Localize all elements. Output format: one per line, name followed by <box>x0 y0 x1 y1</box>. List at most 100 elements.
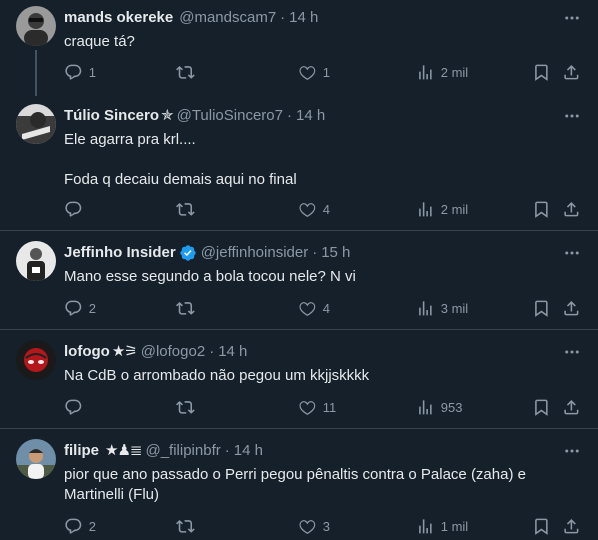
tweet-text: Mano esse segundo a bola tocou nele? N v… <box>64 268 356 285</box>
reply-tweet[interactable]: mands okereke @mandscam7 · 14 h craque t… <box>0 0 598 96</box>
display-name[interactable]: Túlio Sincero <box>64 106 159 126</box>
reply-tweet[interactable]: filipe ★♟≣ @_filipinbfr · 14 h pior que … <box>0 429 598 540</box>
views-count: 2 mil <box>440 201 469 217</box>
reply-count: 1 <box>88 64 96 80</box>
repost-button[interactable] <box>176 62 201 82</box>
avatar[interactable] <box>16 340 56 380</box>
bookmark-button[interactable] <box>532 199 551 219</box>
views-count: 953 <box>440 399 463 415</box>
bookmark-button[interactable] <box>532 62 551 82</box>
share-icon <box>564 64 579 80</box>
timestamp[interactable]: 14 h <box>218 342 247 362</box>
bookmark-button[interactable] <box>532 397 551 417</box>
reply-button[interactable]: 2 <box>64 516 96 536</box>
reply-tweet[interactable]: lofogo ★⚞ @lofogo2 · 14 h Na CdB o arrom… <box>0 330 598 428</box>
action-bar: 2 4 3 mil <box>64 298 588 318</box>
like-icon <box>299 65 316 80</box>
like-button[interactable]: 4 <box>298 298 330 318</box>
user-handle[interactable]: @jeffinhoinsider <box>201 243 309 263</box>
timestamp[interactable]: 14 h <box>289 8 318 28</box>
views-button[interactable]: 2 mil <box>416 62 468 82</box>
like-count: 1 <box>322 64 330 80</box>
separator-dot: · <box>312 244 318 261</box>
reply-icon <box>65 201 82 217</box>
repost-icon <box>176 202 195 216</box>
views-count: 2 mil <box>440 64 469 80</box>
like-button[interactable]: 1 <box>298 62 330 82</box>
share-icon <box>564 300 579 316</box>
repost-button[interactable] <box>176 298 201 318</box>
reply-button[interactable]: 1 <box>64 62 96 82</box>
reply-button[interactable]: 2 <box>64 298 96 318</box>
avatar[interactable] <box>16 104 56 144</box>
reply-button[interactable] <box>64 397 89 417</box>
display-name[interactable]: lofogo <box>64 342 110 362</box>
separator-dot: · <box>224 442 230 459</box>
like-icon <box>299 519 316 534</box>
repost-button[interactable] <box>176 516 201 536</box>
like-icon <box>299 400 316 415</box>
tweet-text: pior que ano passado o Perri pegou pênal… <box>64 466 531 503</box>
timestamp[interactable]: 14 h <box>234 441 263 461</box>
avatar[interactable] <box>16 6 56 46</box>
share-icon <box>564 518 579 534</box>
share-icon <box>564 201 579 217</box>
display-name[interactable]: filipe <box>64 441 99 461</box>
views-button[interactable]: 1 mil <box>416 516 468 536</box>
repost-button[interactable] <box>176 397 201 417</box>
share-icon <box>564 399 579 415</box>
like-button[interactable]: 4 <box>298 199 330 219</box>
display-name[interactable]: mands okereke <box>64 8 173 28</box>
like-button[interactable]: 11 <box>298 397 336 417</box>
share-button[interactable] <box>562 62 581 82</box>
views-icon <box>419 518 432 534</box>
share-button[interactable] <box>562 298 581 318</box>
repost-icon <box>176 519 195 533</box>
action-bar: 4 2 mil <box>64 199 588 219</box>
repost-button[interactable] <box>176 199 201 219</box>
reply-tweet[interactable]: Túlio Sincero ✯ @TulioSincero7 · 14 h El… <box>0 96 598 230</box>
share-button[interactable] <box>562 199 581 219</box>
views-icon <box>419 201 432 217</box>
reply-tweet[interactable]: Jeffinho Insider @jeffinhoinsider · 15 h… <box>0 231 598 329</box>
like-count: 3 <box>322 518 330 534</box>
user-handle[interactable]: @TulioSincero7 <box>177 106 283 126</box>
name-emoji: ★⚞ <box>111 343 138 360</box>
timestamp[interactable]: 15 h <box>321 243 350 263</box>
timestamp[interactable]: 14 h <box>296 106 325 126</box>
share-button[interactable] <box>562 397 581 417</box>
avatar[interactable] <box>16 439 56 479</box>
name-emoji: ✯ <box>161 107 174 124</box>
more-icon[interactable] <box>562 441 582 461</box>
reply-button[interactable] <box>64 199 89 219</box>
more-icon[interactable] <box>562 8 582 28</box>
more-icon[interactable] <box>562 342 582 362</box>
share-button[interactable] <box>562 516 581 536</box>
more-icon[interactable] <box>562 106 582 126</box>
bookmark-icon <box>535 518 548 535</box>
like-count: 11 <box>322 399 337 415</box>
display-name[interactable]: Jeffinho Insider <box>64 243 176 263</box>
like-button[interactable]: 3 <box>298 516 330 536</box>
views-button[interactable]: 2 mil <box>416 199 468 219</box>
views-button[interactable]: 3 mil <box>416 298 468 318</box>
bookmark-icon <box>535 64 548 81</box>
more-icon[interactable] <box>562 243 582 263</box>
action-bar: 11 953 <box>64 397 588 417</box>
action-bar: 2 3 1 mil <box>64 516 588 536</box>
user-handle[interactable]: @mandscam7 <box>179 8 276 28</box>
bookmark-button[interactable] <box>532 298 551 318</box>
views-icon <box>419 64 432 80</box>
separator-dot: · <box>209 343 215 360</box>
user-handle[interactable]: @lofogo2 <box>141 342 205 362</box>
avatar[interactable] <box>16 241 56 281</box>
like-count: 4 <box>322 201 330 217</box>
thread-connector-line <box>35 50 37 96</box>
bookmark-button[interactable] <box>532 516 551 536</box>
reply-icon <box>65 64 82 80</box>
bookmark-icon <box>535 201 548 218</box>
reply-icon <box>65 399 82 415</box>
user-handle[interactable]: @_filipinbfr <box>145 441 220 461</box>
bookmark-icon <box>535 300 548 317</box>
views-button[interactable]: 953 <box>416 397 462 417</box>
